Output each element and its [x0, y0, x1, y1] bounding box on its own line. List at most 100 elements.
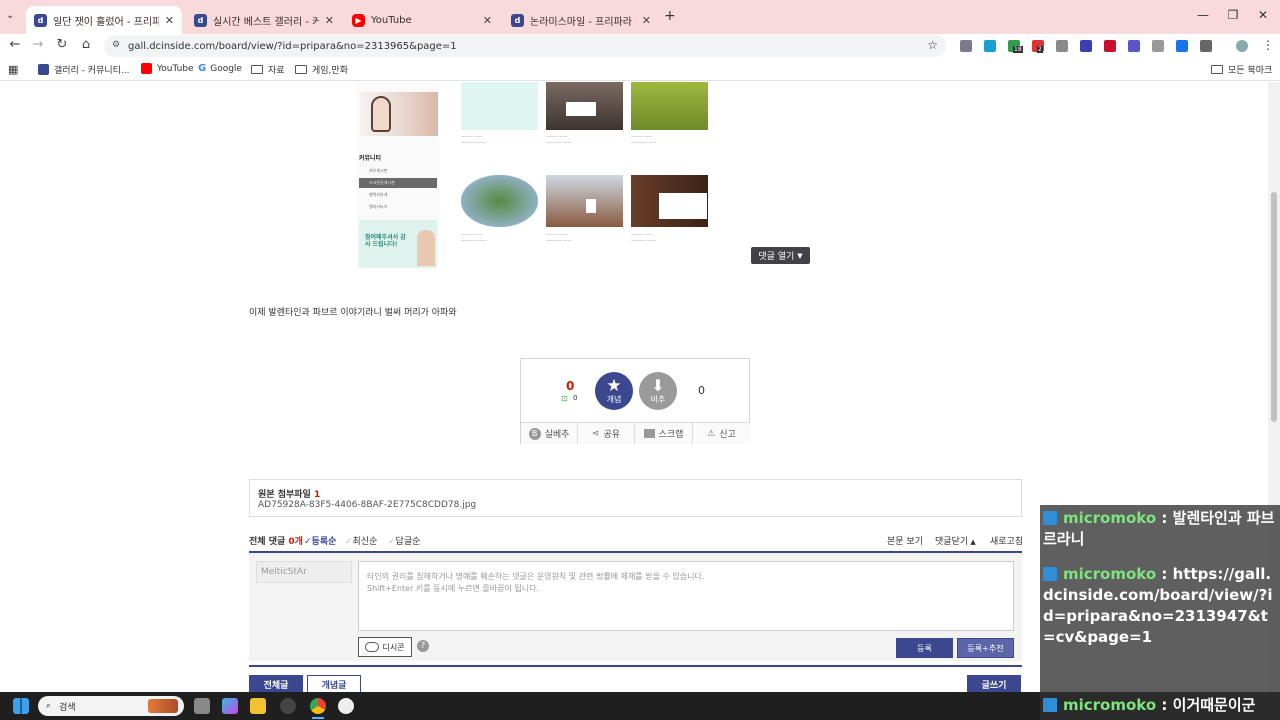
apps-grid-icon[interactable]: ▦ — [8, 63, 18, 76]
restore-button[interactable]: ❐ — [1218, 8, 1248, 22]
all-bookmarks[interactable]: 모든 북마크 — [1211, 63, 1272, 76]
extension-icon[interactable] — [960, 40, 972, 52]
tab-best-gallery[interactable]: d 실시간 베스트 갤러리 - 커뮤니티 ✕ — [186, 6, 342, 34]
open-comments-button[interactable]: 댓글 열기 ▼ — [751, 247, 810, 264]
menu-kebab-icon[interactable]: ⋮ — [1262, 38, 1274, 52]
close-comments-link[interactable]: 댓글닫기 ▲ — [935, 534, 976, 547]
minimize-button[interactable]: — — [1188, 8, 1218, 22]
close-window-button[interactable]: ✕ — [1248, 8, 1278, 22]
bookmark-gallery[interactable]: 갤러리 - 커뮤니티... — [38, 63, 130, 76]
folder-icon — [295, 65, 307, 74]
taskbar-search-placeholder: 검색 — [59, 702, 76, 713]
all-posts-button[interactable]: 전체글 — [249, 675, 303, 693]
bookmark-label: 모든 북마크 — [1228, 66, 1273, 76]
app-icon[interactable] — [280, 698, 296, 714]
scrap-button[interactable]: 스크랩 — [635, 422, 693, 444]
navigation-bar: ← → ↻ ⌂ ⚙ gall.dcinside.com/board/view/?… — [0, 34, 1280, 58]
chrome-icon[interactable] — [310, 698, 326, 714]
back-arrow-icon[interactable]: ← — [6, 37, 24, 52]
windows-start-icon[interactable] — [13, 698, 29, 714]
bookmark-folder-game[interactable]: 게임,만화 — [295, 63, 348, 76]
folder-icon — [251, 65, 263, 74]
sort-label: 등록순 — [311, 537, 337, 547]
sort-registered[interactable]: ✓등록순 — [304, 534, 336, 547]
file-explorer-icon[interactable] — [250, 698, 266, 714]
forward-arrow-icon[interactable]: → — [29, 37, 47, 52]
extension-badge: 2 — [1037, 46, 1043, 53]
view-body-link[interactable]: 본문 보기 — [887, 534, 923, 547]
upvote-button[interactable]: ★ 개념 — [595, 372, 633, 410]
close-tab-icon[interactable]: ✕ — [642, 14, 651, 27]
stream-chat-overlay: micromoko : 발렌타인과 파브르라니 micromoko : http… — [1040, 505, 1280, 692]
refresh-link[interactable]: 새로고침 — [990, 534, 1023, 547]
upvote-count: 0 — [566, 379, 575, 393]
share-label: 공유 — [603, 430, 621, 440]
extension-icon[interactable] — [1056, 40, 1068, 52]
submit-comment-button[interactable]: 등록 — [896, 638, 953, 658]
attachment-file-link[interactable]: AD75928A-83F5-4406-8BAF-2E775C8CDD78.jpg — [258, 500, 476, 510]
bookmark-label: Google — [210, 63, 242, 74]
real-best-button[interactable]: B 실베추 — [521, 422, 578, 444]
youtube-favicon-icon — [141, 63, 152, 74]
copilot-icon[interactable] — [222, 698, 238, 714]
tab-nonramis[interactable]: d 논라미스마일 - 프리파라 갤러리 ✕ — [503, 6, 659, 34]
new-tab-button[interactable]: + — [664, 8, 676, 24]
embedded-sidebar-item: 앨리사뉴기 — [369, 204, 388, 209]
sort-latest[interactable]: ✓최신순 — [345, 534, 377, 547]
youtube-favicon-icon: ▶ — [352, 13, 365, 27]
profile-avatar[interactable] — [1236, 40, 1248, 52]
close-tab-icon[interactable]: ✕ — [165, 14, 174, 27]
address-bar[interactable]: ⚙ gall.dcinside.com/board/view/?id=pripa… — [104, 35, 946, 57]
bookmark-folder-data[interactable]: 자료 — [251, 63, 285, 76]
extension-icon[interactable] — [1128, 40, 1140, 52]
bookmark-label: YouTube — [157, 63, 194, 74]
dccon-button[interactable]: 디시콘 — [358, 637, 412, 657]
comment-placeholder-line: 타인의 권리를 침해하거나 명예를 훼손하는 댓글은 운영원칙 및 관련 법률에… — [367, 572, 705, 581]
vote-box: 0 ⊡ 0 ★ 개념 ⬇ 비추 0 B 실베추 ⋖ 공유 스크랩 ⚠ 신고 — [520, 358, 750, 444]
extension-icon[interactable] — [1080, 40, 1092, 52]
submit-recommend-button[interactable]: 등록+추천 — [957, 638, 1014, 658]
tab-search-button[interactable]: ⌄ — [6, 10, 14, 21]
home-icon[interactable]: ⌂ — [77, 37, 95, 52]
tab-active[interactable]: d 일단 잿이 흘렀어 - 프리파라 갤 ✕ — [26, 6, 182, 34]
chat-separator: : — [1156, 565, 1173, 583]
help-question-icon[interactable]: ? — [417, 640, 429, 652]
chat-text: 이거때문이군 — [1172, 696, 1256, 714]
app-icon[interactable] — [338, 698, 354, 714]
dcinside-favicon-icon: d — [511, 13, 524, 27]
close-tab-icon[interactable]: ✕ — [325, 14, 334, 27]
check-icon: ✓ — [388, 537, 396, 547]
comment-textarea[interactable]: 타인의 권리를 침해하거나 명예를 훼손하는 댓글은 운영원칙 및 관련 법률에… — [358, 561, 1014, 631]
tab-youtube[interactable]: ▶ YouTube ✕ — [344, 6, 500, 34]
close-tab-icon[interactable]: ✕ — [483, 14, 492, 27]
bookmark-star-icon[interactable]: ☆ — [927, 38, 938, 52]
thumbnail-caption: ——— —— ———— —— — [546, 232, 572, 243]
concept-posts-button[interactable]: 개념글 — [307, 675, 361, 693]
download-icon[interactable] — [1176, 40, 1188, 52]
site-info-icon[interactable]: ⚙ — [112, 40, 120, 50]
extension-icon[interactable] — [984, 40, 996, 52]
reload-icon[interactable]: ↻ — [53, 37, 71, 52]
dccon-cloud-icon — [365, 642, 380, 652]
extension-icon[interactable] — [1104, 40, 1116, 52]
chat-separator: : — [1156, 509, 1173, 527]
sort-replies[interactable]: ✓답글순 — [388, 534, 420, 547]
extension-icon[interactable] — [1152, 40, 1164, 52]
profile-face — [371, 96, 391, 132]
comment-footer-divider — [249, 665, 1022, 667]
downvote-button[interactable]: ⬇ 비추 — [639, 372, 677, 410]
extensions-puzzle-icon[interactable] — [1200, 40, 1212, 52]
gallery-thumbnail — [461, 82, 538, 130]
task-view-icon[interactable] — [194, 698, 210, 714]
scrollbar-thumb[interactable] — [1271, 192, 1277, 422]
nickname-input[interactable] — [256, 561, 352, 583]
dcinside-favicon-icon: d — [34, 13, 47, 27]
thumbnail-caption: ——— —— ———— —— — [631, 134, 657, 145]
write-post-button[interactable]: 글쓰기 — [967, 675, 1021, 693]
taskbar-search-box[interactable]: ⌕ 검색 — [38, 696, 184, 716]
bookmark-youtube[interactable]: YouTube — [141, 63, 194, 74]
share-button[interactable]: ⋖ 공유 — [578, 422, 635, 444]
report-button[interactable]: ⚠ 신고 — [693, 422, 750, 444]
bookmark-google[interactable]: G Google — [198, 63, 242, 74]
bookmark-label: 자료 — [268, 66, 285, 76]
